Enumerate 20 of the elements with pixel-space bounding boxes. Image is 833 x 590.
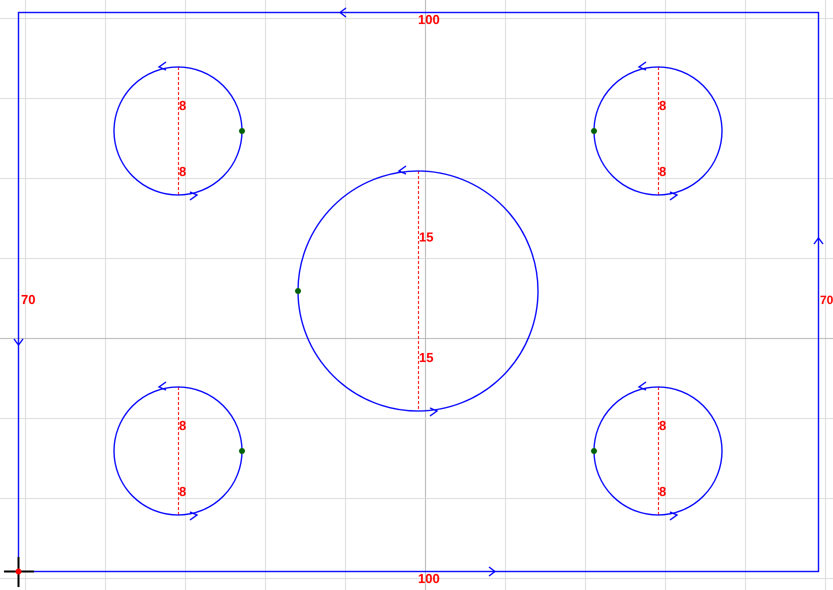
dimension-label: 8 bbox=[179, 418, 186, 433]
start-point-dot bbox=[239, 128, 245, 134]
dimension-label: 8 bbox=[179, 98, 186, 113]
dimension-label: 70 bbox=[820, 293, 833, 307]
dimension-label: 15 bbox=[419, 229, 434, 244]
dimension-label: 8 bbox=[659, 164, 666, 179]
start-point-dot bbox=[591, 128, 597, 134]
dimension-label: 8 bbox=[179, 484, 186, 499]
dimension-label: 8 bbox=[659, 418, 666, 433]
start-point-dot bbox=[591, 448, 597, 454]
start-point-dot bbox=[239, 448, 245, 454]
dimension-label: 8 bbox=[659, 484, 666, 499]
start-point-dot bbox=[295, 288, 301, 294]
dimension-label: 15 bbox=[419, 350, 434, 365]
dimension-label: 8 bbox=[179, 164, 186, 179]
dimension-label: 100 bbox=[418, 571, 440, 586]
dimension-label: 70 bbox=[21, 292, 36, 307]
dimension-label: 8 bbox=[659, 98, 666, 113]
origin-crosshair-icon bbox=[4, 557, 34, 587]
dimension-label: 100 bbox=[418, 12, 440, 27]
